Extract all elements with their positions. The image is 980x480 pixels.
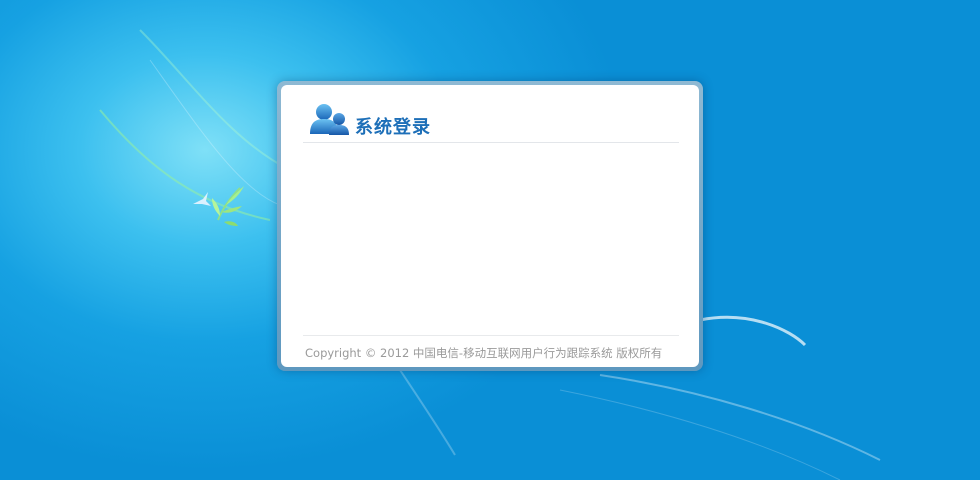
user-group-icon <box>310 104 349 135</box>
light-swoosh-upper <box>139 29 291 171</box>
light-swoosh-left <box>99 109 271 221</box>
login-panel: 系统登录 Copyright © 2012 中国电信-移动互联网用户行为跟踪系统… <box>281 85 699 367</box>
bird-icon <box>193 192 211 206</box>
light-swoosh-bottom-faint <box>559 389 841 480</box>
login-form-area <box>303 145 679 335</box>
login-title: 系统登录 <box>355 117 431 138</box>
leaf-sprout-icon <box>212 186 244 226</box>
login-header: 系统登录 <box>303 99 679 143</box>
light-swoosh-bottom <box>599 374 881 461</box>
light-swoosh-right <box>699 315 807 347</box>
login-dialog: 系统登录 Copyright © 2012 中国电信-移动互联网用户行为跟踪系统… <box>277 81 703 371</box>
light-swoosh-lower-left <box>399 369 456 456</box>
copyright-text: Copyright © 2012 中国电信-移动互联网用户行为跟踪系统 版权所有 <box>305 346 663 360</box>
login-footer: Copyright © 2012 中国电信-移动互联网用户行为跟踪系统 版权所有 <box>303 335 679 366</box>
light-swoosh-faint <box>149 59 281 206</box>
